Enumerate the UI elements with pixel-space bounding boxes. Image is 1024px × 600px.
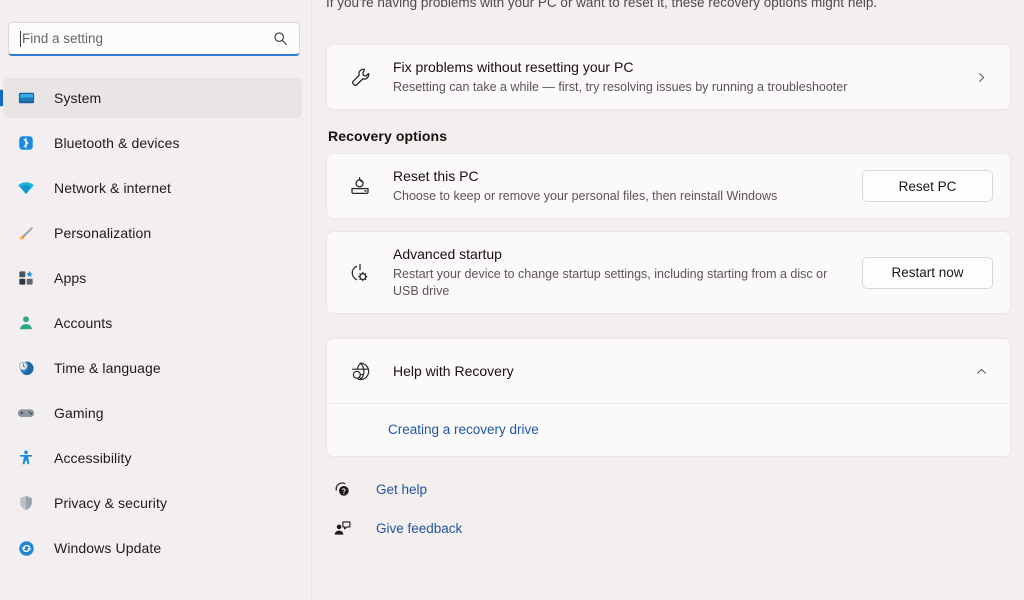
help-with-recovery-header[interactable]: Help with Recovery [327, 339, 1010, 403]
reset-pc-card: Reset this PC Choose to keep or remove y… [326, 153, 1011, 219]
sidebar-item-label: Personalization [54, 225, 152, 241]
sidebar-item-apps[interactable]: Apps [3, 258, 302, 298]
help-question-icon [330, 480, 354, 499]
sidebar-item-accounts[interactable]: Accounts [3, 303, 302, 343]
fix-problems-row[interactable]: Fix problems without resetting your PC R… [327, 45, 1010, 109]
update-refresh-icon [12, 539, 40, 558]
sidebar-item-windows-update[interactable]: Windows Update [3, 528, 302, 568]
sidebar: System Bluetooth & devices [0, 0, 312, 600]
intro-text: If you're having problems with your PC o… [326, 0, 878, 10]
sidebar-item-privacy-security[interactable]: Privacy & security [3, 483, 302, 523]
sidebar-item-label: Accounts [54, 315, 113, 331]
sidebar-item-time-language[interactable]: Time & language [3, 348, 302, 388]
sidebar-item-label: Gaming [54, 405, 104, 421]
advanced-startup-action: Restart now [862, 256, 993, 289]
search-icon [271, 31, 289, 46]
advanced-startup-card: Advanced startup Restart your device to … [326, 231, 1011, 314]
text-caret [20, 30, 21, 47]
power-gear-icon [346, 261, 374, 285]
wrench-icon [346, 66, 374, 89]
give-feedback-label[interactable]: Give feedback [376, 521, 462, 536]
main-content: If you're having problems with your PC o… [312, 0, 1024, 600]
advanced-startup-subtitle: Restart your device to change startup se… [393, 267, 828, 298]
creating-recovery-drive-link[interactable]: Creating a recovery drive [388, 422, 539, 437]
sidebar-item-label: Time & language [54, 360, 161, 376]
sidebar-item-label: System [54, 90, 102, 106]
paintbrush-icon [12, 224, 40, 243]
sidebar-item-label: Network & internet [54, 180, 171, 196]
advanced-startup-text: Advanced startup Restart your device to … [393, 245, 848, 300]
reset-pc-row: Reset this PC Choose to keep or remove y… [327, 154, 1010, 218]
help-with-recovery-card: Help with Recovery Creating a recovery d… [326, 338, 1011, 457]
apps-grid-icon [12, 269, 40, 287]
globe-search-icon [346, 360, 374, 383]
bluetooth-icon [12, 134, 40, 152]
fix-problems-title: Fix problems without resetting your PC [393, 59, 634, 75]
get-help-row[interactable]: Get help [330, 474, 1011, 504]
feedback-person-icon [330, 519, 354, 538]
footer-links: Get help Give feedback [326, 474, 1011, 543]
sidebar-item-gaming[interactable]: Gaming [3, 393, 302, 433]
give-feedback-row[interactable]: Give feedback [330, 513, 1011, 543]
fix-problems-card[interactable]: Fix problems without resetting your PC R… [326, 44, 1011, 110]
chevron-right-icon [969, 71, 993, 84]
reset-pc-subtitle: Choose to keep or remove your personal f… [393, 189, 778, 203]
person-icon [12, 314, 40, 332]
pc-reset-icon [346, 174, 374, 198]
reset-pc-text: Reset this PC Choose to keep or remove y… [393, 167, 848, 205]
sidebar-item-label: Bluetooth & devices [54, 135, 180, 151]
restart-now-button[interactable]: Restart now [862, 256, 993, 289]
wifi-icon [12, 178, 40, 198]
reset-pc-action: Reset PC [862, 170, 993, 202]
accessibility-person-icon [12, 449, 40, 467]
sidebar-item-label: Accessibility [54, 450, 132, 466]
help-with-recovery-title: Help with Recovery [393, 362, 514, 379]
settings-window: System Bluetooth & devices [0, 0, 1024, 600]
fix-problems-text: Fix problems without resetting your PC R… [393, 58, 955, 96]
help-with-recovery-text: Help with Recovery [393, 362, 955, 381]
recovery-options-heading: Recovery options [328, 128, 448, 144]
help-with-recovery-body: Creating a recovery drive [327, 403, 1010, 456]
fix-problems-subtitle: Resetting can take a while — first, try … [393, 80, 848, 94]
sidebar-item-bluetooth-devices[interactable]: Bluetooth & devices [3, 123, 302, 163]
advanced-startup-title: Advanced startup [393, 246, 502, 262]
sidebar-item-network-internet[interactable]: Network & internet [3, 168, 302, 208]
search-input[interactable] [22, 29, 271, 48]
get-help-label[interactable]: Get help [376, 482, 427, 497]
help-with-recovery-toggle[interactable] [969, 365, 993, 378]
sidebar-item-system[interactable]: System [3, 78, 302, 118]
monitor-icon [12, 89, 40, 108]
sidebar-item-label: Apps [54, 270, 87, 286]
chevron-up-icon [969, 365, 993, 378]
clock-globe-icon [12, 359, 40, 378]
gamepad-icon [12, 403, 40, 423]
shield-icon [12, 494, 40, 512]
reset-pc-title: Reset this PC [393, 168, 479, 184]
sidebar-item-accessibility[interactable]: Accessibility [3, 438, 302, 478]
sidebar-item-label: Privacy & security [54, 495, 168, 511]
fix-problems-action[interactable] [969, 71, 993, 84]
reset-pc-button[interactable]: Reset PC [862, 170, 993, 202]
search-box[interactable] [8, 22, 300, 56]
sidebar-item-label: Windows Update [54, 540, 162, 556]
sidebar-nav: System Bluetooth & devices Network & int… [0, 78, 312, 568]
sidebar-item-personalization[interactable]: Personalization [3, 213, 302, 253]
advanced-startup-row: Advanced startup Restart your device to … [327, 232, 1010, 313]
